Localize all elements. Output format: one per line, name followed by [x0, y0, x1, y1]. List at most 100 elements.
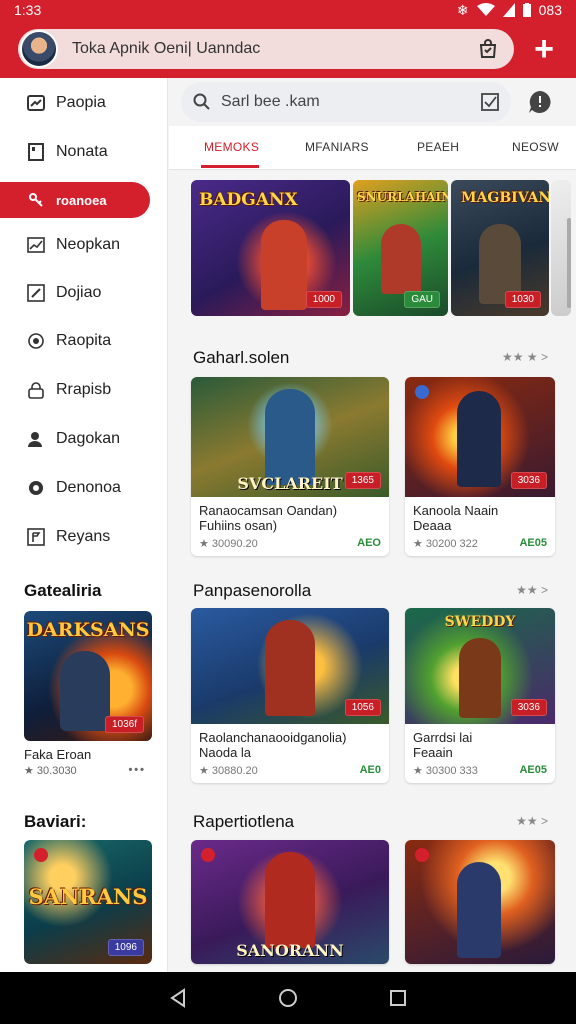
game-price: AE0 [359, 764, 381, 776]
edit-icon [26, 283, 46, 303]
settings-icon [26, 478, 46, 498]
price-badge: 1030 [504, 291, 541, 308]
document-icon [26, 142, 46, 162]
featured-banner[interactable]: BADGANX 1000 [191, 180, 350, 316]
section-title: Rapertiotlena [193, 812, 295, 831]
hero-figure [261, 220, 307, 310]
game-name: Garrdsi lai Feaain [413, 730, 473, 760]
hero-figure [265, 620, 315, 716]
game-card[interactable]: 1056 Raolanchanaooidganolia) Naoda la ★ … [191, 608, 389, 783]
tab-1[interactable]: MFANIARS [305, 140, 369, 154]
add-button[interactable]: + [524, 29, 564, 69]
price-badge: 1365 [344, 472, 381, 489]
tag-icon [415, 848, 429, 862]
sidebar-item-label: Paopia [56, 94, 106, 111]
section-more-link[interactable]: ★★ ★ > [502, 350, 548, 364]
active-tab-indicator [201, 165, 259, 168]
sidebar-item-6[interactable]: Rrapisb [0, 372, 168, 408]
banner-title: MAGBIVAN [461, 190, 549, 206]
section-more-link[interactable]: ★★ > [516, 583, 548, 597]
hero-figure [457, 862, 501, 958]
sidebar-item-9[interactable]: Reyans [0, 519, 168, 555]
thumbnail-title: SWEDDY [444, 614, 516, 630]
recents-icon[interactable] [386, 986, 410, 1010]
search-input[interactable]: Sarl bee .kam [221, 93, 481, 111]
app-title: Toka Apnik Oeni| Uanndac [72, 40, 261, 57]
price-badge: 1036f [104, 716, 144, 733]
thumbnail-title: DARKSANS [26, 619, 150, 641]
sidebar-item-label: Nonata [56, 143, 108, 160]
price-badge: 1096 [107, 939, 144, 956]
battery-icon [522, 3, 531, 17]
thumbnail-title: SANRANS [28, 884, 148, 909]
game-thumbnail [405, 840, 555, 964]
system-nav-bar [0, 972, 576, 1024]
sidebar-item-label: Dagokan [56, 430, 121, 447]
sidebar-item-5[interactable]: Raopita [0, 323, 168, 359]
game-card[interactable]: SANORANN [191, 840, 389, 964]
game-card[interactable]: SWEDDY 3036 Garrdsi lai Feaain ★ 30300 3… [405, 608, 555, 783]
lock-icon [26, 380, 46, 400]
game-price: AE05 [519, 764, 547, 776]
chart-icon [26, 93, 46, 113]
status-time: 1:33 [14, 2, 42, 18]
shopping-bag-icon[interactable] [468, 29, 508, 69]
carousel-scrollbar[interactable] [567, 218, 571, 308]
featured-banner[interactable]: SNURLAHAIN GAU [353, 180, 448, 316]
back-icon[interactable] [166, 986, 190, 1010]
game-rating: ★ 30.3030 [24, 765, 77, 777]
tab-3[interactable]: NEOSW [512, 140, 559, 154]
sidebar: Paopia Nonata roanoea Neopkan Dojiao Rao… [0, 78, 168, 972]
sidebar-game-card[interactable]: DARKSANS 1036f Faka Eroan ★ 30.3030 ••• [24, 611, 152, 777]
sidebar-item-label: Neopkan [56, 236, 121, 253]
game-card[interactable]: 3036 Kanoola Naain Deaaa ★ 30200 322 AE05 [405, 377, 555, 556]
sidebar-item-label: Reyans [56, 528, 111, 545]
search-field[interactable]: Sarl bee .kam [181, 82, 511, 122]
thumbnail-title: SANORANN [236, 941, 344, 960]
price-badge: 3036 [510, 699, 547, 716]
search-icon [193, 93, 210, 110]
target-icon [26, 331, 46, 351]
status-bar: 1:33 ❄ 083 [0, 0, 576, 20]
game-card[interactable]: SVCLAREIT 1365 Ranaocamsan Oandan) Fuhii… [191, 377, 389, 556]
flag-icon [26, 527, 46, 547]
plus-icon: + [534, 29, 554, 68]
sidebar-item-label: Dojiao [56, 284, 102, 301]
main-content: Sarl bee .kam MEMOKS MFANIARS PEAEH NEOS… [169, 78, 576, 972]
game-card[interactable] [405, 840, 555, 964]
home-icon[interactable] [276, 986, 300, 1010]
chat-icon[interactable] [526, 88, 554, 116]
trend-icon [26, 235, 46, 255]
sidebar-game-card[interactable]: SANRANS 1096 [24, 840, 152, 964]
app-bar: Toka Apnik Oeni| Uanndac + [0, 20, 576, 78]
key-icon [26, 190, 46, 210]
featured-banner[interactable]: MAGBIVAN 1030 [451, 180, 549, 316]
hero-figure [457, 391, 501, 487]
tab-0[interactable]: MEMOKS [204, 140, 259, 154]
sidebar-item-2[interactable]: roanoea [0, 182, 150, 218]
hero-figure [459, 638, 501, 718]
sidebar-item-1[interactable]: Nonata [0, 134, 168, 170]
sync-icon: ❄ [456, 1, 469, 18]
banner-title: BADGANX [199, 190, 298, 210]
tag-icon [415, 385, 429, 399]
sidebar-item-0[interactable]: Paopia [0, 85, 168, 121]
header-search-pill[interactable]: Toka Apnik Oeni| Uanndac [18, 29, 514, 69]
sidebar-item-7[interactable]: Dagokan [0, 421, 168, 457]
game-rating: ★ 30880.20 [199, 765, 258, 777]
sidebar-item-label: roanoea [56, 192, 107, 208]
tab-2[interactable]: PEAEH [417, 140, 459, 154]
section-more-link[interactable]: ★★ > [516, 814, 548, 828]
game-thumbnail: SANORANN [191, 840, 389, 964]
sidebar-item-4[interactable]: Dojiao [0, 275, 168, 311]
sidebar-item-3[interactable]: Neopkan [0, 227, 168, 263]
section-title: Gaharl.solen [193, 348, 290, 367]
more-icon[interactable]: ••• [128, 764, 146, 777]
checkbox-icon[interactable] [481, 93, 499, 111]
sidebar-item-8[interactable]: Denonoa [0, 470, 168, 506]
banner-title: SNURLAHAIN [357, 190, 448, 204]
game-name: Raolanchanaooidganolia) Naoda la [199, 730, 347, 760]
tag-icon [201, 848, 215, 862]
tag-icon [34, 848, 48, 862]
avatar[interactable] [20, 30, 58, 68]
